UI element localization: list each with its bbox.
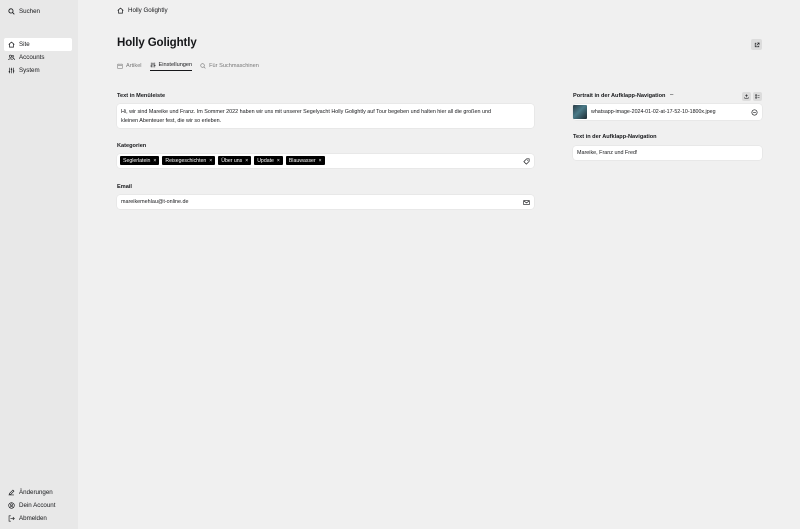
sidebar-item-label: Site [19, 41, 30, 48]
home-icon [117, 7, 124, 14]
menu-text-line: kleinen Abenteuer fest, die wir so erleb… [121, 118, 222, 124]
search-button[interactable]: Suchen [4, 5, 72, 18]
search-icon [8, 8, 15, 15]
nav-text-label: Text in der Aufklapp-Navigation [573, 134, 657, 140]
sliders-icon [8, 67, 15, 74]
category-tag[interactable]: Update × [254, 156, 283, 165]
tab-label: Artikel [126, 62, 142, 69]
page-title: Holly Golightly [117, 37, 197, 49]
remove-tag-icon[interactable]: × [319, 158, 322, 164]
mail-icon [523, 199, 530, 205]
users-icon [8, 54, 15, 61]
menu-text-textarea[interactable]: Hi, wir sind Mareike und Franz. Im Somme… [117, 104, 534, 128]
sidebar-item-site[interactable]: Site [4, 38, 72, 51]
breadcrumb-label: Holly Golightly [128, 7, 168, 14]
upload-icon [744, 94, 749, 99]
select-files-button[interactable] [753, 92, 762, 101]
breadcrumb[interactable]: Holly Golightly [117, 7, 168, 14]
nav-text-value: Mareike, Franz und Fred! [577, 150, 638, 156]
sidebar: Suchen Site Accounts System Änderungen D… [0, 0, 78, 529]
portrait-filename: whatsapp-image-2024-01-02-at-17-52-10-18… [591, 109, 716, 115]
menu-text-line: Hi, wir sind Mareike und Franz. Im Somme… [121, 109, 491, 115]
main-content: Holly Golightly Holly Golightly Artikel … [78, 0, 800, 529]
menu-text-value: Hi, wir sind Mareike und Franz. Im Somme… [121, 108, 531, 126]
home-icon [8, 41, 15, 48]
remove-tag-icon[interactable]: × [209, 158, 212, 164]
search-icon [200, 62, 206, 69]
options-icon[interactable] [751, 109, 758, 116]
category-tag[interactable]: Reisegeschichten × [162, 156, 216, 165]
portrait-file-item[interactable]: whatsapp-image-2024-01-02-at-17-52-10-18… [573, 104, 762, 120]
categories-label: Kategorien [117, 143, 147, 149]
upload-button[interactable] [742, 92, 751, 101]
sidebar-item-label: System [19, 67, 40, 74]
nav-text-field[interactable]: Mareike, Franz und Fred! [573, 146, 762, 160]
calendar-icon [117, 63, 123, 69]
portrait-row: whatsapp-image-2024-01-02-at-17-52-10-18… [573, 105, 716, 119]
sidebar-item-changes[interactable]: Änderungen [4, 486, 72, 499]
categories-field[interactable]: Seglerlatein × Reisegeschichten × Über uns… [117, 154, 534, 168]
category-tag[interactable]: Seglerlatein × [120, 156, 160, 165]
sidebar-item-account[interactable]: Dein Account [4, 499, 72, 512]
menu-text-label: Text in Menüleiste [117, 93, 166, 99]
tag-label: Über uns [221, 157, 243, 164]
search-label: Suchen [19, 8, 40, 15]
tab-einstellungen[interactable]: Einstellungen [149, 60, 193, 71]
open-external-button[interactable] [751, 39, 762, 50]
sidebar-item-label: Dein Account [19, 502, 56, 509]
sidebar-item-label: Änderungen [19, 489, 53, 496]
tabs: Artikel Einstellungen Für Suchmaschinen [117, 60, 267, 72]
tag-label: Blauwasser [288, 157, 316, 164]
tag-icon [523, 158, 530, 165]
tab-label: Einstellungen [158, 62, 193, 68]
portrait-thumbnail [573, 105, 587, 119]
optional-dash: – [670, 92, 674, 98]
tag-label: Update [257, 157, 274, 164]
pencil-icon [8, 489, 15, 496]
external-link-icon [754, 42, 759, 47]
logout-icon [8, 515, 15, 522]
tag-label: Reisegeschichten [165, 157, 207, 164]
sidebar-item-logout[interactable]: Abmelden [4, 512, 72, 525]
remove-tag-icon[interactable]: × [277, 158, 280, 164]
tab-artikel[interactable]: Artikel [117, 60, 142, 71]
remove-tag-icon[interactable]: × [245, 158, 248, 164]
sidebar-item-accounts[interactable]: Accounts [4, 51, 72, 64]
tag-label: Seglerlatein [123, 157, 151, 164]
category-tag[interactable]: Blauwasser × [285, 156, 325, 165]
tab-suchmaschinen[interactable]: Für Suchmaschinen [200, 60, 259, 71]
remove-tag-icon[interactable]: × [153, 158, 156, 164]
category-tag[interactable]: Über uns × [218, 156, 252, 165]
email-label: Email [117, 184, 132, 190]
sidebar-item-system[interactable]: System [4, 64, 72, 77]
settings-icon [150, 62, 155, 68]
account-icon [8, 502, 15, 509]
checklist-icon [755, 94, 760, 99]
email-field[interactable]: mareikemehlau@t-online.de [117, 195, 534, 209]
category-tags: Seglerlatein × Reisegeschichten × Über uns… [120, 156, 328, 165]
portrait-label: Portrait in der Aufklapp-Navigation [573, 93, 666, 99]
sidebar-item-label: Accounts [19, 54, 45, 61]
email-value: mareikemehlau@t-online.de [121, 199, 189, 205]
tab-label: Für Suchmaschinen [209, 62, 259, 69]
sidebar-item-label: Abmelden [19, 515, 47, 522]
